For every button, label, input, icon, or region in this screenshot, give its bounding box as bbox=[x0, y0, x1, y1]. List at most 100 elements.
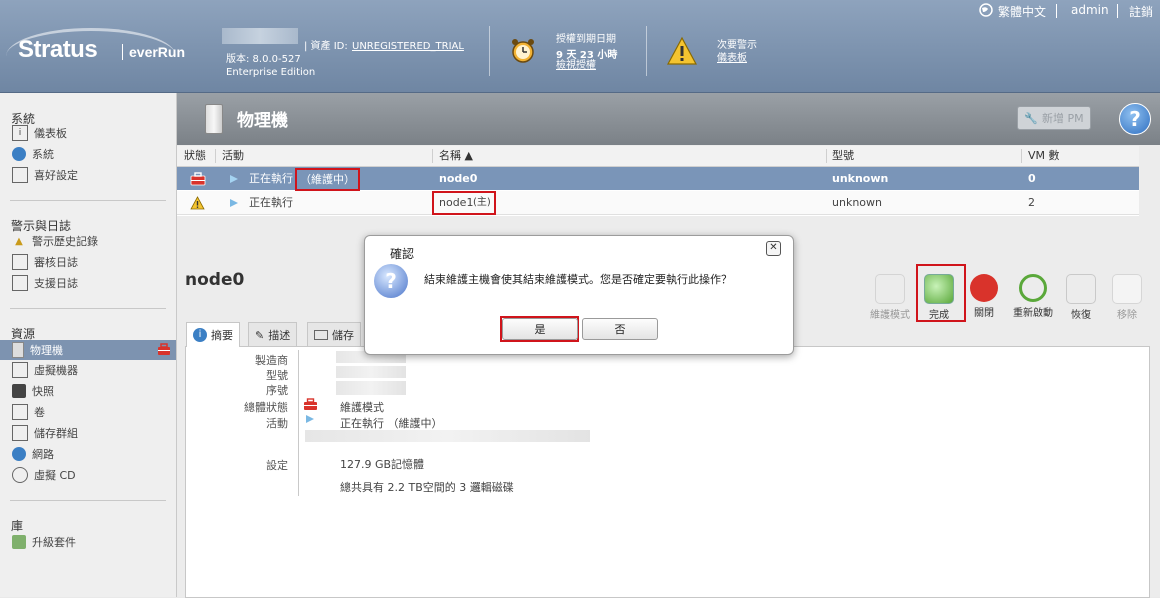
sidebar-item-alert-history[interactable]: ▲ 警示歷史記錄 bbox=[12, 231, 174, 251]
dialog-title: 確認 bbox=[390, 247, 415, 261]
maintenance-mode-button[interactable]: 維護模式 bbox=[869, 274, 911, 321]
logout-link[interactable]: 註銷 bbox=[1129, 3, 1153, 20]
row2-vms: 2 bbox=[1028, 196, 1035, 209]
dashboard-link[interactable]: 儀表板 bbox=[717, 52, 747, 65]
close-icon[interactable]: ✕ bbox=[766, 241, 781, 256]
sidebar-item-system[interactable]: 系統 bbox=[12, 144, 174, 164]
redacted-system-name bbox=[222, 28, 298, 44]
preferences-icon bbox=[12, 167, 28, 183]
dialog-message: 結束維護主機會使其結束維護模式。您是否確定要執行此操作？ bbox=[424, 273, 732, 286]
network-globe-icon bbox=[12, 447, 26, 461]
license-title: 授權到期日期 bbox=[556, 34, 616, 45]
user-link[interactable]: admin bbox=[1071, 3, 1109, 17]
check-icon bbox=[875, 274, 905, 304]
running-play-icon bbox=[305, 414, 315, 424]
shutdown-button[interactable]: 關閉 bbox=[963, 274, 1005, 319]
summary-panel bbox=[185, 346, 1150, 598]
table-header-row bbox=[177, 146, 1139, 167]
tab-description[interactable]: ✎ 描述 bbox=[248, 322, 298, 347]
nav-sep bbox=[1056, 4, 1057, 18]
sidebar-item-physical-machines[interactable]: 物理機 bbox=[12, 340, 174, 360]
activity-value: 正在執行 （維護中） bbox=[340, 417, 443, 430]
running-play-icon bbox=[229, 174, 239, 184]
sidebar-divider bbox=[10, 308, 166, 309]
server-icon bbox=[205, 104, 223, 134]
label-activity: 活動 bbox=[266, 417, 288, 430]
trash-icon bbox=[1112, 274, 1142, 304]
row2-model: unknown bbox=[832, 196, 882, 209]
remove-button[interactable]: 移除 bbox=[1106, 274, 1148, 321]
sidebar-item-support-log[interactable]: 支援日誌 bbox=[12, 273, 174, 293]
sidebar-item-storage-groups[interactable]: 儲存群組 bbox=[12, 423, 174, 443]
system-globe-icon bbox=[12, 147, 26, 161]
redacted-serial bbox=[336, 381, 406, 395]
alert-title: 次要警示 bbox=[717, 40, 757, 51]
sidebar-item-virtual-machines[interactable]: 虛擬機器 bbox=[12, 360, 174, 380]
storage-icon bbox=[12, 425, 28, 441]
detail-title: node0 bbox=[185, 270, 245, 290]
sidebar-item-snapshots[interactable]: 快照 bbox=[12, 381, 174, 401]
page-title-bar bbox=[177, 93, 1160, 145]
asset-id-link[interactable]: UNREGISTERED_TRIAL bbox=[352, 40, 464, 53]
column-activity[interactable]: 活動 bbox=[222, 146, 244, 167]
column-name[interactable]: 名稱 ▲ bbox=[439, 146, 473, 167]
info-icon: i bbox=[193, 328, 207, 342]
check-icon bbox=[924, 274, 954, 304]
tab-summary[interactable]: i 摘要 bbox=[186, 322, 240, 347]
recover-button[interactable]: 恢復 bbox=[1060, 274, 1102, 321]
column-separator bbox=[1021, 149, 1022, 163]
sidebar-divider bbox=[10, 200, 166, 201]
pencil-icon: ✎ bbox=[255, 328, 265, 342]
disks-value: 總共具有 2.2 TB空間的 3 邏輯磁碟 bbox=[340, 481, 514, 494]
help-icon[interactable]: ? bbox=[1119, 103, 1151, 135]
sidebar-item-dashboard[interactable]: i 儀表板 bbox=[12, 123, 174, 143]
document-icon bbox=[12, 275, 28, 291]
column-model[interactable]: 型號 bbox=[832, 146, 854, 167]
sidebar-divider bbox=[10, 500, 166, 501]
finish-button[interactable]: 完成 bbox=[918, 274, 960, 321]
edition-text: Enterprise Edition bbox=[226, 67, 316, 78]
sidebar-item-networks[interactable]: 網路 bbox=[12, 444, 174, 464]
logo-everrun: everRun bbox=[122, 44, 185, 60]
table-row-node1[interactable] bbox=[177, 191, 1139, 215]
label-overall-state: 總體狀態 bbox=[244, 401, 288, 414]
column-state[interactable]: 狀態 bbox=[184, 146, 206, 167]
sidebar-item-volumes[interactable]: 卷 bbox=[12, 402, 174, 422]
column-vm-count[interactable]: VM 數 bbox=[1028, 146, 1060, 167]
restart-button[interactable]: 重新啟動 bbox=[1012, 274, 1054, 319]
add-pm-button[interactable]: 🔧 新增 PM bbox=[1017, 106, 1091, 130]
cd-icon bbox=[12, 467, 28, 483]
language-link[interactable]: 繁體中文 bbox=[998, 3, 1046, 20]
label-serial: 序號 bbox=[266, 384, 288, 397]
row1-name: node0 bbox=[439, 172, 478, 185]
maintenance-toolbox-icon bbox=[303, 398, 318, 411]
maintenance-toolbox-icon bbox=[157, 343, 171, 356]
row1-model: unknown bbox=[832, 172, 889, 185]
dashboard-icon: i bbox=[12, 125, 28, 141]
asset-label: | 資產 ID: bbox=[304, 41, 348, 52]
row2-activity: 正在執行 bbox=[249, 196, 293, 209]
row1-vms: 0 bbox=[1028, 172, 1036, 185]
header-divider-2 bbox=[646, 26, 647, 76]
header-divider bbox=[489, 26, 490, 76]
sidebar-item-preferences[interactable]: 喜好設定 bbox=[12, 165, 174, 185]
calendar-icon bbox=[12, 254, 28, 270]
sidebar-item-upgrade-kits[interactable]: 升級套件 bbox=[12, 532, 174, 552]
sidebar-item-virtual-cd[interactable]: 虛擬 CD bbox=[12, 465, 174, 485]
row1-activity-note: （維護中） bbox=[295, 168, 360, 191]
memory-value: 127.9 GB記憶體 bbox=[340, 458, 425, 471]
view-license-link[interactable]: 檢視授權 bbox=[556, 59, 596, 72]
warning-icon bbox=[666, 36, 698, 66]
page-title: 物理機 bbox=[237, 111, 288, 131]
tab-storage[interactable]: 儲存 bbox=[307, 322, 361, 347]
recover-icon bbox=[1066, 274, 1096, 304]
yes-button[interactable]: 是 bbox=[502, 318, 578, 340]
globe-icon bbox=[979, 3, 993, 17]
question-icon: ? bbox=[374, 264, 408, 298]
version-text: 版本: 8.0.0-527 bbox=[226, 54, 301, 65]
no-button[interactable]: 否 bbox=[582, 318, 658, 340]
warning-icon bbox=[190, 196, 205, 210]
disk-icon bbox=[314, 330, 328, 340]
sidebar-item-audit-log[interactable]: 審核日誌 bbox=[12, 252, 174, 272]
row1-activity: 正在執行 bbox=[249, 172, 293, 185]
